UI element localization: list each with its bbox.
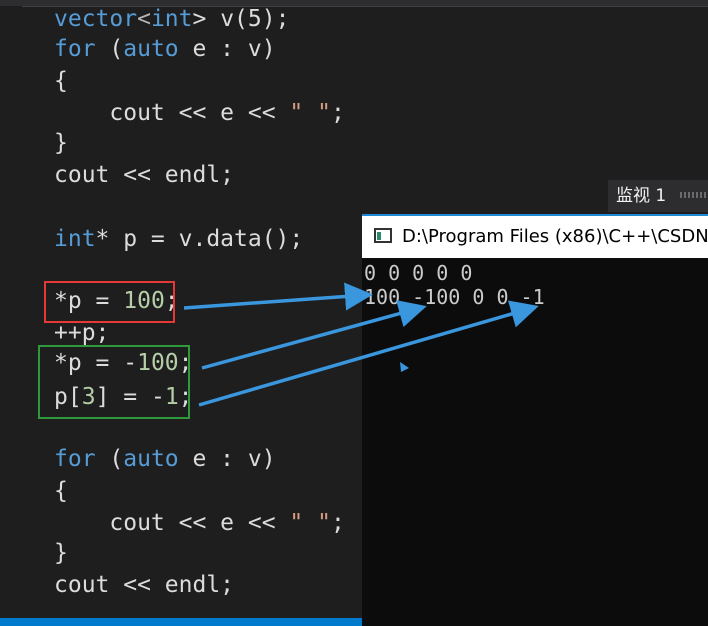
code-line-4[interactable]: cout << e << " "; [54, 98, 345, 128]
console-app-icon [374, 228, 392, 243]
string-literal: " " [289, 100, 331, 126]
console-title-bar[interactable]: D:\Program Files (x86)\C++\CSDN\ [362, 214, 708, 258]
code-line-15[interactable]: } [54, 538, 68, 568]
editor-gutter [0, 6, 22, 626]
watch-panel-title: 监视 1 [616, 186, 667, 206]
keyword-for: for [54, 446, 96, 472]
code-text: ; [330, 510, 345, 536]
code-text: cout << e << [54, 100, 290, 126]
editor-bottom-bar [0, 618, 362, 626]
panel-grip[interactable] [680, 192, 708, 198]
code-text: > v(5); [192, 6, 290, 32]
angle-open: < [137, 6, 151, 32]
code-line-16[interactable]: cout << endl; [54, 570, 234, 600]
code-text: e : v) [178, 36, 276, 62]
console-output-line: 0 0 0 0 0 [364, 261, 473, 285]
code-line-1[interactable]: vector<int> v(5); [54, 4, 289, 34]
code-text: cout << e << [54, 510, 290, 536]
console-title: D:\Program Files (x86)\C++\CSDN\ [402, 226, 708, 247]
keyword-for: for [54, 36, 96, 62]
keyword-vector: vector [54, 6, 138, 32]
code-text: * p = v.data(); [95, 226, 304, 252]
highlight-box-red [44, 281, 175, 323]
keyword-auto: auto [123, 36, 179, 62]
code-line-2[interactable]: for (auto e : v) [54, 34, 276, 64]
code-line-13[interactable]: { [54, 476, 68, 506]
code-line-3[interactable]: { [54, 66, 68, 96]
code-line-7[interactable]: int* p = v.data(); [54, 224, 303, 254]
code-text: ; [330, 100, 345, 126]
code-line-14[interactable]: cout << e << " "; [54, 508, 345, 538]
code-text: e : v) [178, 446, 276, 472]
keyword-auto: auto [123, 446, 179, 472]
console-window[interactable]: D:\Program Files (x86)\C++\CSDN\ 0 0 0 0… [362, 214, 708, 626]
code-text: ( [95, 446, 124, 472]
code-line-6[interactable]: cout << endl; [54, 160, 234, 190]
code-line-12[interactable]: for (auto e : v) [54, 444, 276, 474]
code-text: ( [95, 36, 124, 62]
code-line-5[interactable]: } [54, 128, 68, 158]
string-literal: " " [289, 510, 331, 536]
watch-panel-tab[interactable]: 监视 1 [608, 180, 708, 212]
keyword-int: int [150, 6, 193, 32]
console-output-line: 100 -100 0 0 -1 [364, 285, 545, 309]
keyword-int: int [54, 226, 96, 252]
highlight-box-green [38, 345, 190, 419]
